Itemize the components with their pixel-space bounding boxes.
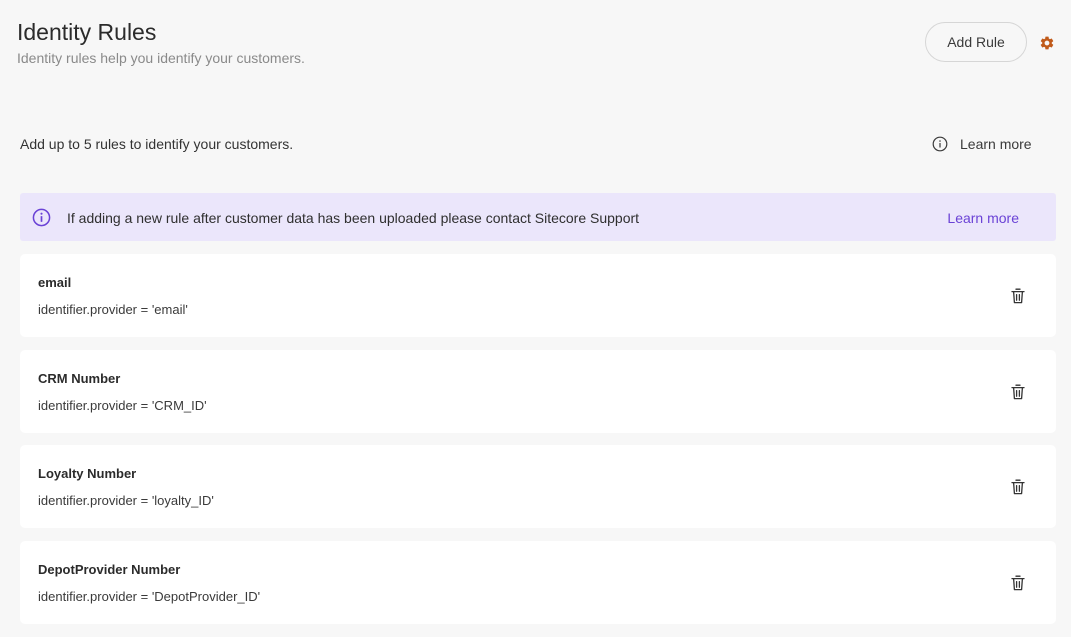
trash-icon [1011, 575, 1025, 591]
rule-card-loyalty-number: Loyalty Number identifier.provider = 'lo… [20, 445, 1056, 528]
add-rule-button[interactable]: Add Rule [925, 22, 1027, 62]
trash-icon [1011, 479, 1025, 495]
delete-rule-button[interactable] [1008, 383, 1028, 401]
rule-name: email [38, 275, 72, 290]
rule-expression: identifier.provider = 'DepotProvider_ID' [38, 589, 261, 604]
learn-more-link[interactable]: Learn more [932, 133, 1032, 155]
page-subtitle: Identity rules help you identify your cu… [17, 50, 305, 66]
rule-card-crm-number: CRM Number identifier.provider = 'CRM_ID… [20, 350, 1056, 433]
rule-name: CRM Number [38, 371, 121, 386]
rule-name: DepotProvider Number [38, 562, 181, 577]
delete-rule-button[interactable] [1008, 574, 1028, 592]
rule-name: Loyalty Number [38, 466, 137, 481]
trash-icon [1011, 384, 1025, 400]
gear-icon[interactable] [1039, 35, 1055, 51]
delete-rule-button[interactable] [1008, 478, 1028, 496]
info-icon [932, 136, 948, 152]
info-circle-icon [32, 208, 51, 227]
banner-learn-more-link[interactable]: Learn more [947, 209, 1019, 227]
rule-expression: identifier.provider = 'loyalty_ID' [38, 493, 214, 508]
rule-expression: identifier.provider = 'email' [38, 302, 188, 317]
rule-card-depotprovider-number: DepotProvider Number identifier.provider… [20, 541, 1056, 624]
page-title: Identity Rules [17, 19, 157, 45]
banner-text: If adding a new rule after customer data… [67, 210, 640, 226]
intro-text: Add up to 5 rules to identify your custo… [20, 136, 294, 152]
learn-more-label: Learn more [960, 136, 1032, 152]
rule-card-email: email identifier.provider = 'email' [20, 254, 1056, 337]
trash-icon [1011, 288, 1025, 304]
info-banner: If adding a new rule after customer data… [20, 193, 1056, 241]
rule-expression: identifier.provider = 'CRM_ID' [38, 398, 207, 413]
delete-rule-button[interactable] [1008, 287, 1028, 305]
